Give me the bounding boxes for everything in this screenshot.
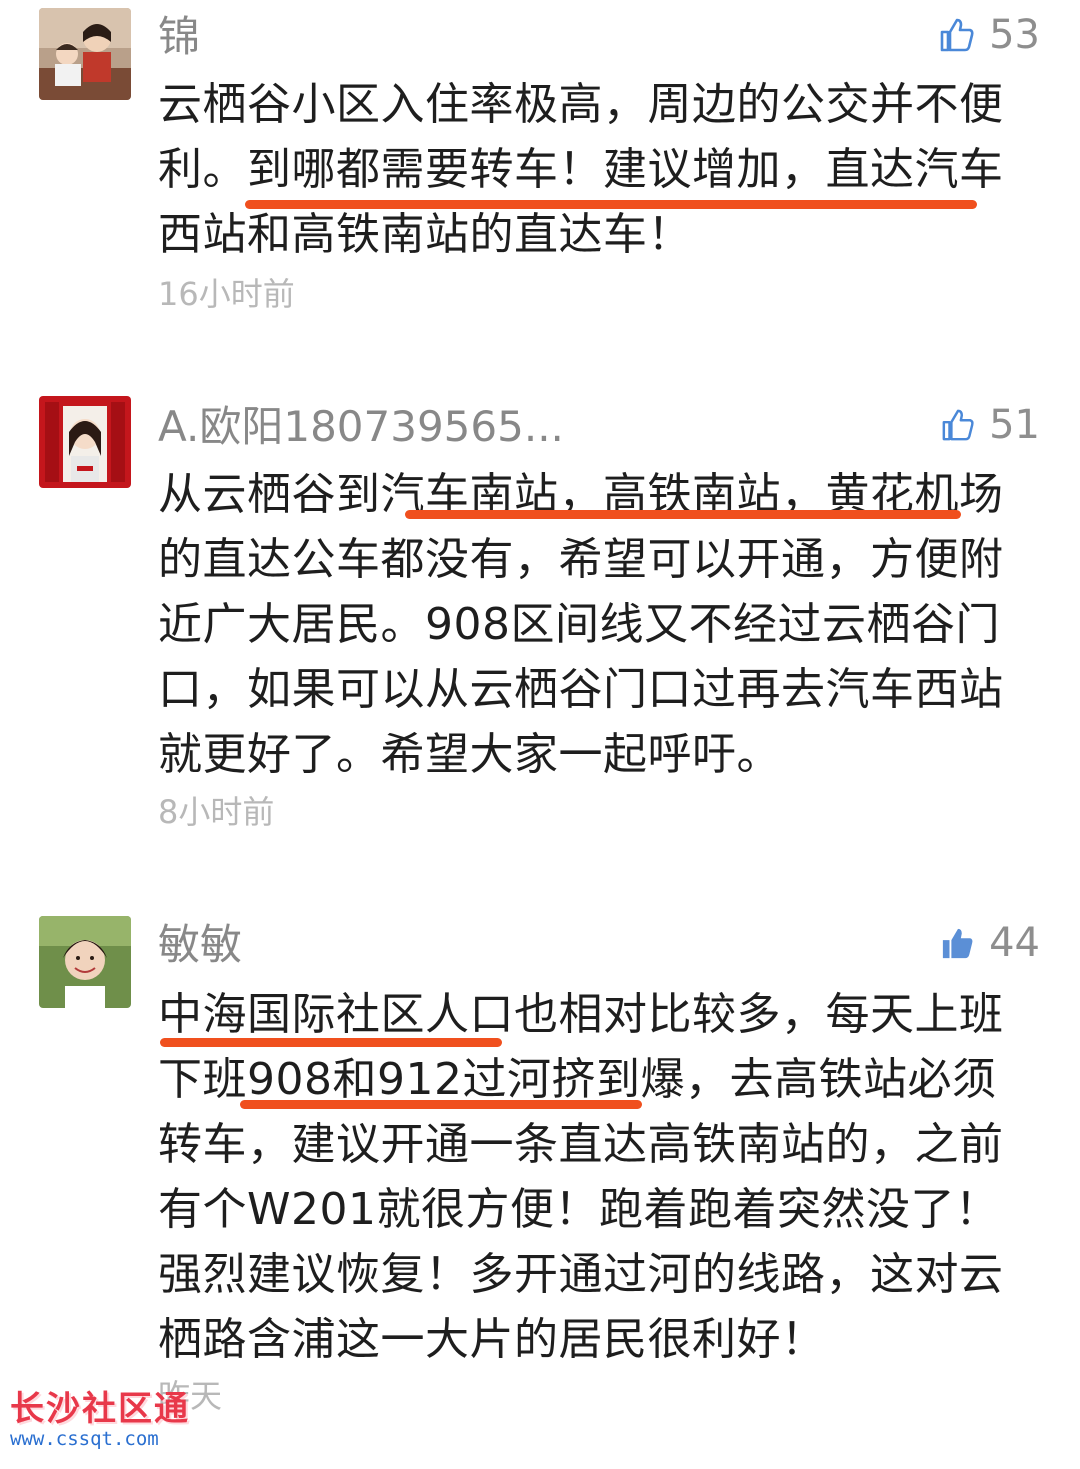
like-button[interactable]: 44 xyxy=(941,920,1040,966)
watermark-title: 长沙社区通 xyxy=(10,1389,190,1429)
comment-item: 敏敏 44 中海国际社区人口也相对比较多，每天上班下班908和912过河挤到爆，… xyxy=(0,0,1080,1412)
highlight-underline xyxy=(160,1038,502,1047)
watermark-url: www.cssqt.com xyxy=(10,1428,159,1450)
thumbs-up-filled-icon xyxy=(942,928,973,959)
highlight-underline xyxy=(240,1100,642,1109)
avatar[interactable] xyxy=(39,916,131,1008)
like-count: 44 xyxy=(989,920,1040,966)
site-watermark: 长沙社区通 www.cssqt.com xyxy=(10,1392,240,1449)
username[interactable]: 敏敏 xyxy=(158,924,242,966)
